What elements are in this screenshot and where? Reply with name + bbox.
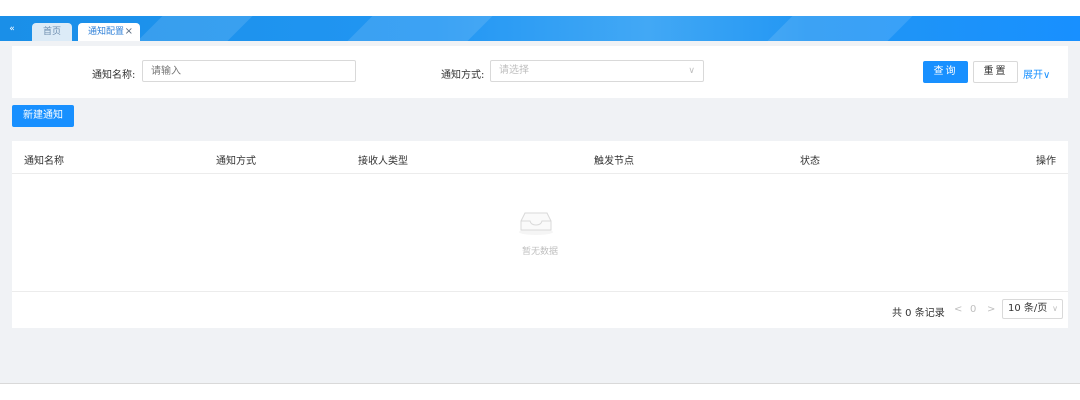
app-container: « 首页 通知配置 × 通知名称: 通知方式: 请选择 ∨ 查询 重置 展开∨ … [0,16,1080,384]
tab-home-label: 首页 [42,27,61,37]
close-icon[interactable]: × [125,23,133,41]
table-empty-state: 暂无数据 [12,175,1068,292]
method-field-label: 通知方式: [441,66,484,81]
column-header-trigger-node: 触发节点 [594,156,634,167]
tabbar-decoration [347,16,493,41]
tabbar-decoration [137,16,253,41]
reset-button[interactable]: 重置 [973,61,1018,83]
tab-notification-config-label: 通知配置 [88,27,125,37]
column-header-status: 状态 [800,156,820,167]
page-size-label: 10 条/页 [1008,303,1048,314]
page-size-select[interactable]: 10 条/页 ∨ [1002,299,1063,319]
label-colon: : [481,70,485,81]
expand-link-label: 展开 [1023,70,1043,81]
column-header-actions: 操作 [1036,156,1056,167]
tab-home[interactable]: 首页 [32,23,72,41]
expand-link[interactable]: 展开∨ [1023,66,1050,81]
name-label-text: 通知名称 [92,70,132,81]
pagination-prev-icon[interactable]: < [954,304,962,315]
tabbar-decoration [767,16,913,41]
method-select-placeholder: 请选择 [499,65,529,76]
chevron-down-icon: ∨ [688,66,695,76]
column-header-receiver-type: 接收人类型 [358,156,408,167]
tab-bar: « 首页 通知配置 × [0,16,1080,41]
notification-method-select[interactable]: 请选择 ∨ [490,60,704,82]
chevron-down-icon: ∨ [1043,70,1051,81]
column-header-name: 通知名称 [24,156,64,167]
method-label-text: 通知方式 [441,70,481,81]
notification-table: 通知名称 通知方式 接收人类型 触发节点 状态 操作 暂无数据 共 0 条记录 … [12,141,1068,328]
search-panel: 通知名称: 通知方式: 请选择 ∨ 查询 重置 展开∨ [12,46,1068,98]
pagination-page[interactable]: 0 [970,304,976,315]
pagination-total: 共 0 条记录 [892,308,945,319]
column-header-method: 通知方式 [216,156,256,167]
query-button[interactable]: 查询 [923,61,968,83]
pagination-next-icon[interactable]: > [987,304,995,315]
chevron-down-icon: ∨ [1052,304,1058,313]
name-field-label: 通知名称: [92,66,135,81]
label-colon: : [132,70,136,81]
notification-name-input[interactable] [142,60,356,82]
collapse-sidebar-icon[interactable]: « [4,22,20,36]
table-header: 通知名称 通知方式 接收人类型 触发节点 状态 操作 [12,141,1068,174]
empty-text: 暂无数据 [521,247,558,257]
new-notification-button[interactable]: 新建通知 [12,105,74,127]
tab-notification-config[interactable]: 通知配置 × [78,23,140,41]
empty-inbox-icon [519,212,553,235]
